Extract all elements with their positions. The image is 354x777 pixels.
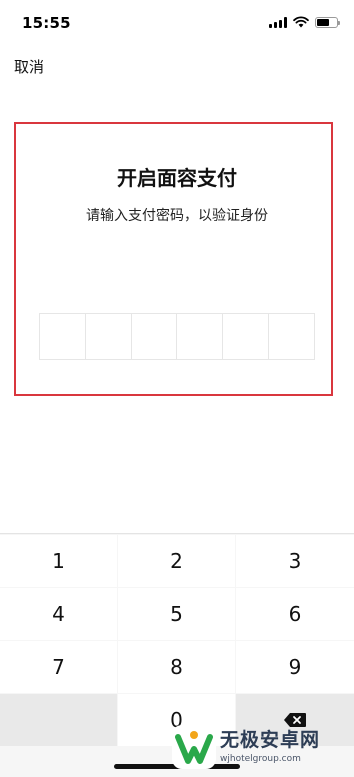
- key-7[interactable]: 7: [0, 641, 117, 693]
- pin-cell: [85, 314, 132, 359]
- key-9[interactable]: 9: [236, 641, 354, 693]
- pin-input[interactable]: [39, 313, 315, 360]
- key-2[interactable]: 2: [118, 535, 235, 587]
- key-6[interactable]: 6: [236, 588, 354, 640]
- key-4[interactable]: 4: [0, 588, 117, 640]
- key-1[interactable]: 1: [0, 535, 117, 587]
- watermark-name: 无极安卓网: [220, 729, 321, 751]
- pin-cell: [269, 314, 314, 359]
- key-5[interactable]: 5: [118, 588, 235, 640]
- cancel-button[interactable]: 取消: [14, 56, 44, 77]
- status-icons: [269, 16, 340, 28]
- key-8[interactable]: 8: [118, 641, 235, 693]
- status-time: 15:55: [22, 14, 71, 32]
- page-title: 开启面容支付: [117, 166, 237, 190]
- pin-cell: [40, 314, 86, 359]
- page-subtitle: 请输入支付密码，以验证身份: [86, 208, 268, 224]
- wifi-icon: [293, 16, 309, 28]
- key-empty: [0, 694, 117, 746]
- key-3[interactable]: 3: [236, 535, 354, 587]
- pin-cell: [223, 314, 270, 359]
- status-bar: 15:55: [0, 0, 354, 44]
- watermark: 无极安卓网 wjhotelgroup.com: [168, 719, 354, 777]
- pin-cell: [177, 314, 224, 359]
- signal-icon: [269, 16, 287, 28]
- pin-cell: [131, 314, 178, 359]
- watermark-logo: [172, 725, 216, 769]
- battery-icon: [315, 16, 340, 28]
- watermark-url: wjhotelgroup.com: [220, 754, 301, 764]
